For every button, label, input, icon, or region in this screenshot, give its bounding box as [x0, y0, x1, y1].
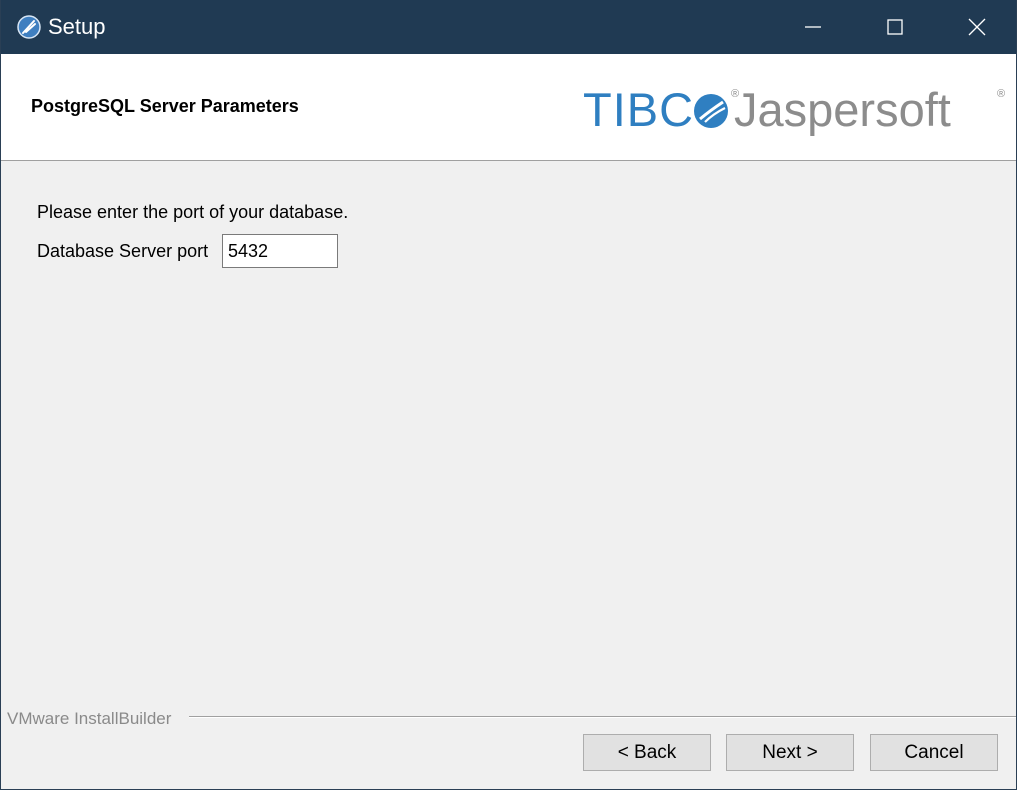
logo-tibco-text: TIBC: [583, 83, 695, 136]
tibco-jaspersoft-logo: TIBC ® Jaspersoft ®: [583, 84, 1008, 136]
close-button[interactable]: [943, 0, 1011, 54]
content-area: Please enter the port of your database. …: [1, 161, 1016, 711]
title-bar[interactable]: Setup: [1, 0, 1016, 54]
maximize-icon: [887, 19, 903, 35]
logo-globe-icon: [692, 92, 730, 130]
installer-brand: VMware InstallBuilder: [7, 709, 172, 728]
logo-reg-mark-2: ®: [997, 88, 1006, 100]
maximize-button[interactable]: [861, 0, 929, 54]
footer-divider: [189, 716, 1016, 718]
back-button[interactable]: < Back: [583, 734, 711, 771]
port-label: Database Server port: [37, 241, 209, 261]
page-title: PostgreSQL Server Parameters: [31, 96, 299, 116]
setup-window: Setup PostgreSQL Server Parameters TIBC: [0, 0, 1017, 790]
next-button[interactable]: Next >: [726, 734, 854, 771]
instructions-text: Please enter the port of your database.: [37, 202, 349, 222]
minimize-icon: [805, 26, 821, 28]
feather-icon: [17, 15, 41, 39]
window-title: Setup: [48, 14, 106, 39]
port-input[interactable]: [222, 234, 338, 268]
close-icon: [968, 18, 986, 36]
logo-jaspersoft-text: Jaspersoft: [734, 83, 951, 136]
minimize-button[interactable]: [779, 0, 847, 54]
page-header: PostgreSQL Server Parameters TIBC ® Jasp…: [1, 54, 1016, 161]
cancel-button[interactable]: Cancel: [870, 734, 998, 771]
